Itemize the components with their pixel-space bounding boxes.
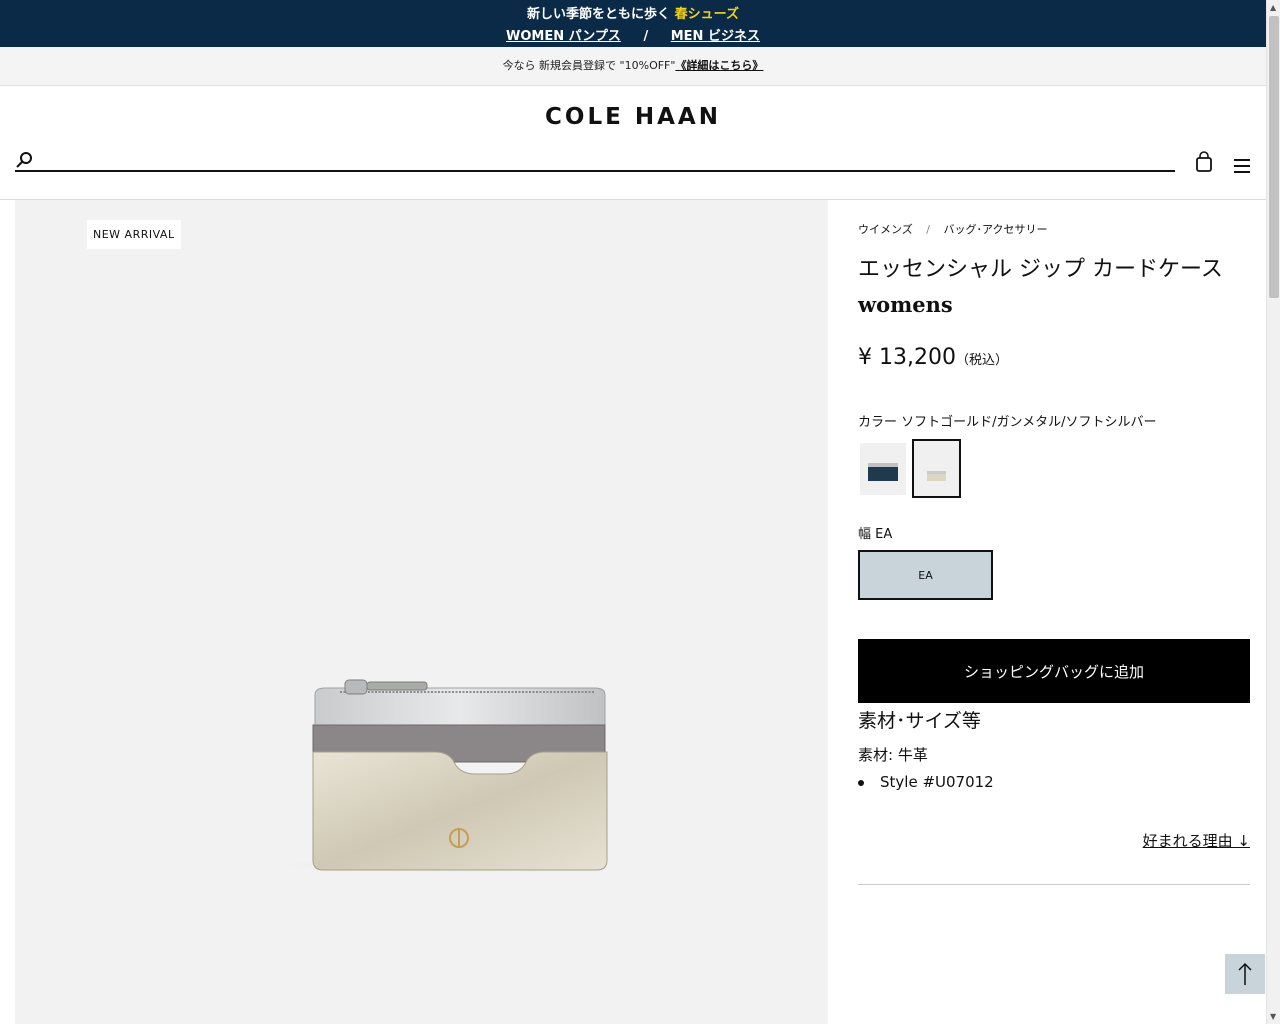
breadcrumb-women[interactable]: ウイメンズ [858, 223, 913, 236]
breadcrumb-bags-accessories[interactable]: バッグ･アクセサリー [944, 223, 1048, 236]
promo-headline-text: 新しい季節をともに歩く [527, 7, 671, 22]
promo-link-separator: / [643, 29, 649, 44]
width-label: 幅 EA [858, 527, 893, 542]
swatch-gold-thumbnail [914, 441, 959, 496]
color-label: カラー ソフトゴールド/ガンメタル/ソフトシルバー [858, 415, 1157, 430]
member-offer-bar: 今なら 新規会員登録で "10%OFF"《詳細はこちら》 [0, 47, 1266, 86]
product-subtitle: womens [858, 292, 953, 317]
new-arrival-badge: NEW ARRIVAL [87, 220, 181, 249]
color-swatch-soft-gold[interactable] [912, 439, 961, 498]
promo-link-women[interactable]: WOMEN パンプス [506, 29, 621, 44]
section-divider [858, 884, 1250, 885]
scroll-down-arrow-icon[interactable]: ▼ [1270, 1012, 1276, 1021]
promo-headline-highlight[interactable]: 春シューズ [675, 7, 739, 22]
size-option-ea[interactable]: EA [858, 550, 993, 600]
page-scrollbar[interactable]: ▲ ▼ [1266, 0, 1280, 1024]
member-offer-text: 今なら 新規会員登録で "10%OFF" [502, 59, 676, 72]
color-swatch-navy[interactable] [860, 443, 906, 495]
scroll-to-top-button[interactable] [1225, 954, 1265, 994]
scrollbar-thumb[interactable] [1269, 16, 1279, 298]
price-value: ¥ 13,200 [858, 345, 956, 370]
breadcrumb: ウイメンズ / バッグ･アクセサリー [858, 221, 1047, 237]
search-input[interactable] [42, 148, 1162, 170]
search-underline [15, 170, 1175, 172]
promo-link-men[interactable]: MEN ビジネス [671, 29, 760, 44]
bullet-icon [858, 780, 864, 786]
logo[interactable]: COLE HAAN [0, 104, 1266, 130]
why-loved-link[interactable]: 好まれる理由 ↓ [1143, 830, 1250, 851]
member-offer-link[interactable]: 《詳細はこちら》 [675, 59, 763, 72]
spec-heading[interactable]: 素材･サイズ等 [858, 706, 981, 733]
search-icon[interactable] [14, 149, 36, 171]
tax-note: （税込） [955, 353, 1008, 368]
promo-headline: 新しい季節をともに歩く 春シューズ [0, 3, 1266, 22]
promo-banner: 新しい季節をともに歩く 春シューズ WOMEN パンプス / MEN ビジネス [0, 0, 1266, 47]
arrow-up-icon [1238, 962, 1252, 985]
shopping-bag-icon[interactable] [1195, 151, 1213, 173]
swatch-navy-thumbnail [860, 443, 906, 495]
product-gallery[interactable]: NEW ARRIVAL [15, 200, 828, 1024]
site-header: COLE HAAN [0, 86, 1266, 200]
product-image[interactable] [255, 670, 625, 885]
spec-material: 素材: 牛革 [858, 746, 928, 764]
spec-style-number: Style #U07012 [880, 773, 994, 791]
hamburger-menu-icon[interactable] [1232, 157, 1252, 175]
promo-links: WOMEN パンプス / MEN ビジネス [0, 25, 1266, 44]
add-to-bag-button[interactable]: ショッピングバッグに追加 [858, 639, 1250, 703]
product-title: エッセンシャル ジップ カードケース [858, 257, 1223, 282]
product-price: ¥ 13,200（税込） [858, 345, 1008, 370]
scroll-up-arrow-icon[interactable]: ▲ [1270, 3, 1276, 12]
breadcrumb-separator: / [926, 223, 930, 236]
